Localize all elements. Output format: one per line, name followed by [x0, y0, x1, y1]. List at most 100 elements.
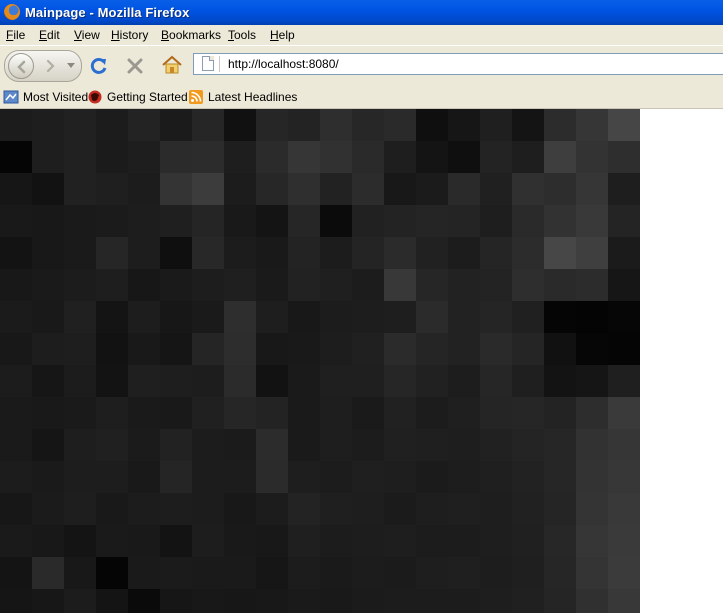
menu-help[interactable]: Help [270, 28, 295, 42]
mosaic-cell [256, 237, 288, 269]
mosaic-cell [224, 173, 256, 205]
mosaic-cell [480, 141, 512, 173]
mosaic-cell [352, 333, 384, 365]
url-text[interactable]: http://localhost:8080/ [228, 57, 339, 71]
mosaic-cell [416, 461, 448, 493]
history-dropdown-icon[interactable] [67, 63, 75, 68]
menu-tools[interactable]: Tools [228, 28, 256, 42]
mosaic-cell [608, 109, 640, 141]
reload-icon[interactable] [89, 56, 109, 76]
mosaic-cell [608, 301, 640, 333]
mosaic-cell [160, 429, 192, 461]
mosaic-cell [32, 461, 64, 493]
mosaic-cell [64, 397, 96, 429]
mosaic-cell [576, 109, 608, 141]
getting-started-icon [88, 90, 102, 104]
mosaic-cell [256, 397, 288, 429]
forward-button[interactable] [39, 56, 61, 76]
mosaic-cell [256, 525, 288, 557]
mosaic-cell [160, 301, 192, 333]
mosaic-cell [256, 173, 288, 205]
mosaic-cell [352, 109, 384, 141]
mosaic-cell [416, 237, 448, 269]
mosaic-cell [448, 237, 480, 269]
mosaic-cell [352, 141, 384, 173]
mosaic-cell [32, 141, 64, 173]
back-button[interactable] [8, 53, 34, 79]
mosaic-cell [128, 269, 160, 301]
mosaic-cell [480, 109, 512, 141]
mosaic-cell [96, 493, 128, 525]
mosaic-cell [160, 365, 192, 397]
mosaic-cell [160, 557, 192, 589]
mosaic-cell [0, 205, 32, 237]
mosaic-cell [192, 237, 224, 269]
mosaic-cell [576, 269, 608, 301]
mosaic-cell [128, 205, 160, 237]
firefox-icon[interactable] [4, 4, 20, 20]
mosaic-cell [320, 557, 352, 589]
mosaic-cell [512, 557, 544, 589]
menu-bookmarks[interactable]: Bookmarks [161, 28, 221, 42]
mosaic-cell [320, 109, 352, 141]
address-bar[interactable]: http://localhost:8080/ [193, 53, 723, 75]
mosaic-cell [192, 333, 224, 365]
menu-history[interactable]: History [111, 28, 148, 42]
stop-icon[interactable] [126, 57, 144, 75]
mosaic-cell [576, 429, 608, 461]
mosaic-cell [576, 557, 608, 589]
mosaic-cell [320, 461, 352, 493]
mosaic-cell [192, 525, 224, 557]
mosaic-cell [160, 493, 192, 525]
mosaic-cell [320, 365, 352, 397]
mosaic-cell [608, 397, 640, 429]
mosaic-cell [352, 269, 384, 301]
mosaic-cell [544, 429, 576, 461]
mosaic-cell [160, 269, 192, 301]
mosaic-cell [576, 301, 608, 333]
mosaic-cell [0, 173, 32, 205]
mosaic-cell [576, 493, 608, 525]
mosaic-cell [448, 173, 480, 205]
mosaic-cell [96, 301, 128, 333]
mosaic-cell [224, 493, 256, 525]
mosaic-cell [160, 141, 192, 173]
mosaic-cell [416, 205, 448, 237]
menu-edit[interactable]: Edit [39, 28, 60, 42]
mosaic-cell [288, 237, 320, 269]
mosaic-cell [0, 525, 32, 557]
mosaic-cell [256, 429, 288, 461]
most-visited-icon [3, 90, 19, 104]
mosaic-cell [320, 301, 352, 333]
mosaic-cell [512, 333, 544, 365]
mosaic-cell [64, 557, 96, 589]
mosaic-cell [512, 109, 544, 141]
mosaic-cell [512, 301, 544, 333]
mosaic-cell [192, 141, 224, 173]
mosaic-cell [96, 557, 128, 589]
mosaic-cell [608, 333, 640, 365]
mosaic-cell [384, 557, 416, 589]
window-title: Mainpage - Mozilla Firefox [25, 5, 190, 20]
mosaic-cell [0, 109, 32, 141]
mosaic-cell [192, 557, 224, 589]
mosaic-cell [64, 461, 96, 493]
mosaic-cell [448, 205, 480, 237]
bookmarks-toolbar: Most Visited Getting Started Latest Head… [0, 85, 723, 109]
mosaic-cell [448, 301, 480, 333]
mosaic-cell [192, 205, 224, 237]
mosaic-cell [96, 141, 128, 173]
mosaic-cell [608, 557, 640, 589]
mosaic-cell [608, 173, 640, 205]
home-icon[interactable] [161, 55, 183, 75]
mosaic-cell [96, 461, 128, 493]
menu-view[interactable]: View [74, 28, 100, 42]
mosaic-cell [480, 365, 512, 397]
mosaic-cell [352, 493, 384, 525]
mosaic-cell [192, 589, 224, 613]
mosaic-cell [320, 237, 352, 269]
url-separator [219, 56, 220, 72]
mosaic-cell [256, 333, 288, 365]
menu-file[interactable]: File [6, 28, 25, 42]
mosaic-cell [352, 365, 384, 397]
